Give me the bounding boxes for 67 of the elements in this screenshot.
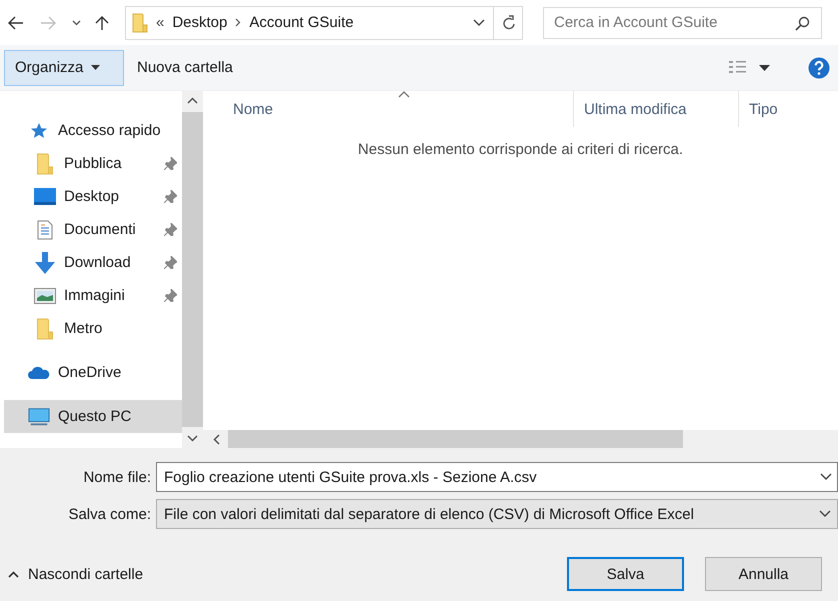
caret-icon[interactable] <box>759 64 770 70</box>
navigation-item[interactable]: Metro <box>4 312 182 345</box>
navigation-item[interactable]: Download <box>4 246 182 279</box>
navigation-label: Accesso rapido <box>58 122 161 139</box>
cloud-icon <box>28 366 50 380</box>
view-list-icon[interactable] <box>729 60 747 75</box>
navigation-label: Immagini <box>64 287 125 304</box>
image-icon <box>34 288 56 304</box>
address-bar[interactable]: « Desktop Account GSuite <box>125 6 523 40</box>
back-icon[interactable] <box>8 16 24 30</box>
scrollbar-thumb[interactable] <box>182 112 203 427</box>
column-header[interactable]: Ultima modifica <box>574 91 739 127</box>
chevron-down-icon <box>819 510 831 518</box>
field-label: Nome file: <box>82 468 152 486</box>
chevron-down-icon[interactable] <box>820 473 832 481</box>
column-header[interactable]: Tipo <box>739 91 838 127</box>
chevron-down-icon[interactable] <box>72 20 81 26</box>
navigation-item[interactable]: Pubblica <box>4 147 182 180</box>
navigation-label: Metro <box>64 320 102 337</box>
computer-icon <box>28 406 50 426</box>
scrollbar-thumb[interactable] <box>228 430 683 448</box>
hide-folders-toggle[interactable]: Nascondi cartelle <box>0 564 150 584</box>
column-label: Ultima modifica <box>584 100 687 118</box>
navigation-label: Questo PC <box>58 408 132 425</box>
navigation-label: Desktop <box>64 188 120 205</box>
desktop-icon <box>34 188 56 205</box>
chevron-up-icon <box>8 570 19 578</box>
folder-icon <box>132 12 148 32</box>
scroll-down-icon[interactable] <box>187 435 198 442</box>
dialog-button[interactable]: Annulla <box>705 557 822 591</box>
folder-icon <box>34 318 56 340</box>
organize-menu-button[interactable]: Organizza <box>4 50 124 86</box>
star-icon <box>28 122 50 138</box>
navigation-item[interactable]: Questo PC <box>4 400 182 433</box>
refresh-icon[interactable] <box>502 14 516 30</box>
navigation-item[interactable]: Desktop <box>4 180 182 213</box>
caret-icon <box>91 65 100 70</box>
file-name-field[interactable]: Foglio creazione utenti GSuite prova.xls - Sezione A.csv <box>156 462 838 492</box>
navigation-label: Documenti <box>64 221 136 238</box>
navigation-item[interactable]: OneDrive <box>4 356 182 389</box>
breadcrumb[interactable]: Account GSuite <box>249 14 354 31</box>
toolbar-button[interactable]: Nuova cartella <box>126 50 244 86</box>
navigation-item[interactable]: Immagini <box>4 279 182 312</box>
breadcrumb-separator-icon[interactable] <box>235 18 242 27</box>
empty-message: Nessun elemento corrisponde ai criteri di ricerca. <box>356 141 684 160</box>
navigation-label: Pubblica <box>64 155 122 172</box>
search-icon[interactable] <box>795 16 810 30</box>
column-label: Nome <box>233 100 274 118</box>
scroll-left-icon[interactable] <box>213 434 220 444</box>
navigation-item[interactable]: Accesso rapido <box>4 114 182 147</box>
column-header[interactable]: Nome <box>203 91 574 127</box>
up-arrow-icon[interactable] <box>95 14 109 30</box>
scroll-up-icon[interactable] <box>187 97 198 104</box>
help-icon[interactable] <box>808 56 830 78</box>
field-label: Salva come: <box>67 506 152 522</box>
breadcrumb[interactable]: Desktop <box>172 14 228 31</box>
download-arrow-icon <box>34 252 56 274</box>
file-type-dropdown[interactable]: File con valori delimitati dal separatore di elenco (CSV) di Microsoft Office Excel <box>156 499 838 529</box>
search-field[interactable]: Cerca in Account GSuite <box>543 6 822 38</box>
navigation-label: OneDrive <box>58 364 122 381</box>
chevron-down-icon[interactable] <box>473 18 485 26</box>
navigation-label: Download <box>64 254 131 271</box>
column-label: Tipo <box>749 100 778 118</box>
dialog-button[interactable]: Salva <box>567 557 684 591</box>
folder-icon <box>34 152 56 174</box>
overflow-chevrons[interactable]: « <box>156 14 164 31</box>
navigation-item[interactable]: Documenti <box>4 213 182 246</box>
